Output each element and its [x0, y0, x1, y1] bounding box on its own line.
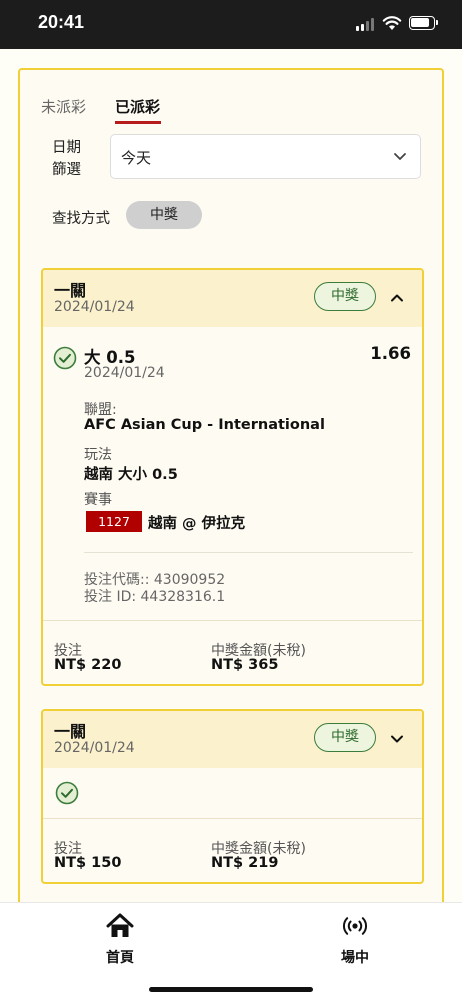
bet-type: 一關 [54, 722, 87, 741]
event-label: 賽事 [84, 492, 112, 508]
bet-type: 一關 [54, 281, 87, 300]
date-filter-label: 日期篩選 [52, 140, 81, 178]
chevron-down-icon[interactable] [389, 731, 405, 747]
bet-card-header[interactable]: 一關 2024/01/24 中獎 [43, 270, 422, 327]
home-icon [106, 913, 134, 937]
bet-date: 2024/01/24 [54, 740, 135, 756]
main-content: 未派彩 已派彩 日期篩選 今天 查找方式 中獎 一關 2024/01/24 中獎 [0, 49, 462, 902]
check-circle-icon [55, 781, 79, 805]
market-value: 越南 大小 0.5 [84, 467, 178, 483]
league-value: AFC Asian Cup - International [84, 417, 325, 433]
match-id-badge: 1127 [86, 511, 142, 532]
bet-id: 投注 ID: 44328316.1 [84, 589, 226, 605]
stake-value: NT$ 220 [54, 657, 122, 673]
chevron-up-icon[interactable] [389, 290, 405, 306]
selection-odds: 1.66 [370, 344, 411, 363]
status-bar: 20:41 [0, 0, 462, 49]
date-filter-value: 今天 [121, 149, 152, 167]
wifi-icon [382, 16, 402, 30]
tab-settled-label: 已派彩 [115, 98, 161, 116]
active-tab-indicator [115, 121, 161, 124]
status-badge: 中獎 [314, 282, 376, 311]
bottom-nav: 首頁 場中 [0, 902, 462, 1000]
nav-home-label: 首頁 [106, 950, 134, 966]
search-method-label: 查找方式 [52, 211, 110, 227]
battery-icon [409, 16, 438, 30]
status-time: 20:41 [38, 12, 85, 32]
signal-icon [356, 18, 376, 31]
payout-value: NT$ 365 [211, 657, 279, 673]
divider [43, 818, 422, 819]
bet-card: 一關 2024/01/24 中獎 大 0.5 1.66 2024/01/24 聯… [41, 268, 424, 686]
live-broadcast-icon [343, 917, 367, 935]
bet-date: 2024/01/24 [54, 299, 135, 315]
search-method-chip[interactable]: 中獎 [126, 201, 202, 229]
check-circle-icon [53, 346, 77, 370]
divider [84, 552, 413, 553]
nav-home[interactable]: 首頁 [80, 913, 160, 967]
status-badge: 中獎 [314, 723, 376, 752]
chevron-down-icon [394, 153, 406, 160]
stake-value: NT$ 150 [54, 855, 122, 871]
tab-unsettled[interactable]: 未派彩 [41, 96, 86, 117]
selection-date: 2024/01/24 [84, 365, 165, 381]
bet-card: 一關 2024/01/24 中獎 投注 NT$ 150 中獎金額(未稅) NT$… [41, 709, 424, 884]
date-filter-select[interactable]: 今天 [110, 134, 421, 179]
nav-live[interactable]: 場中 [315, 913, 395, 967]
league-label: 聯盟: [84, 402, 117, 418]
divider [43, 620, 422, 621]
bet-history-panel: 未派彩 已派彩 日期篩選 今天 查找方式 中獎 一關 2024/01/24 中獎 [18, 68, 444, 902]
home-indicator [149, 987, 313, 992]
tab-settled[interactable]: 已派彩 [115, 96, 161, 124]
nav-live-label: 場中 [341, 950, 369, 966]
market-label: 玩法 [84, 447, 112, 463]
bet-card-header[interactable]: 一關 2024/01/24 中獎 [43, 711, 422, 768]
match-teams: 越南 @ 伊拉克 [148, 516, 246, 532]
payout-value: NT$ 219 [211, 855, 279, 871]
